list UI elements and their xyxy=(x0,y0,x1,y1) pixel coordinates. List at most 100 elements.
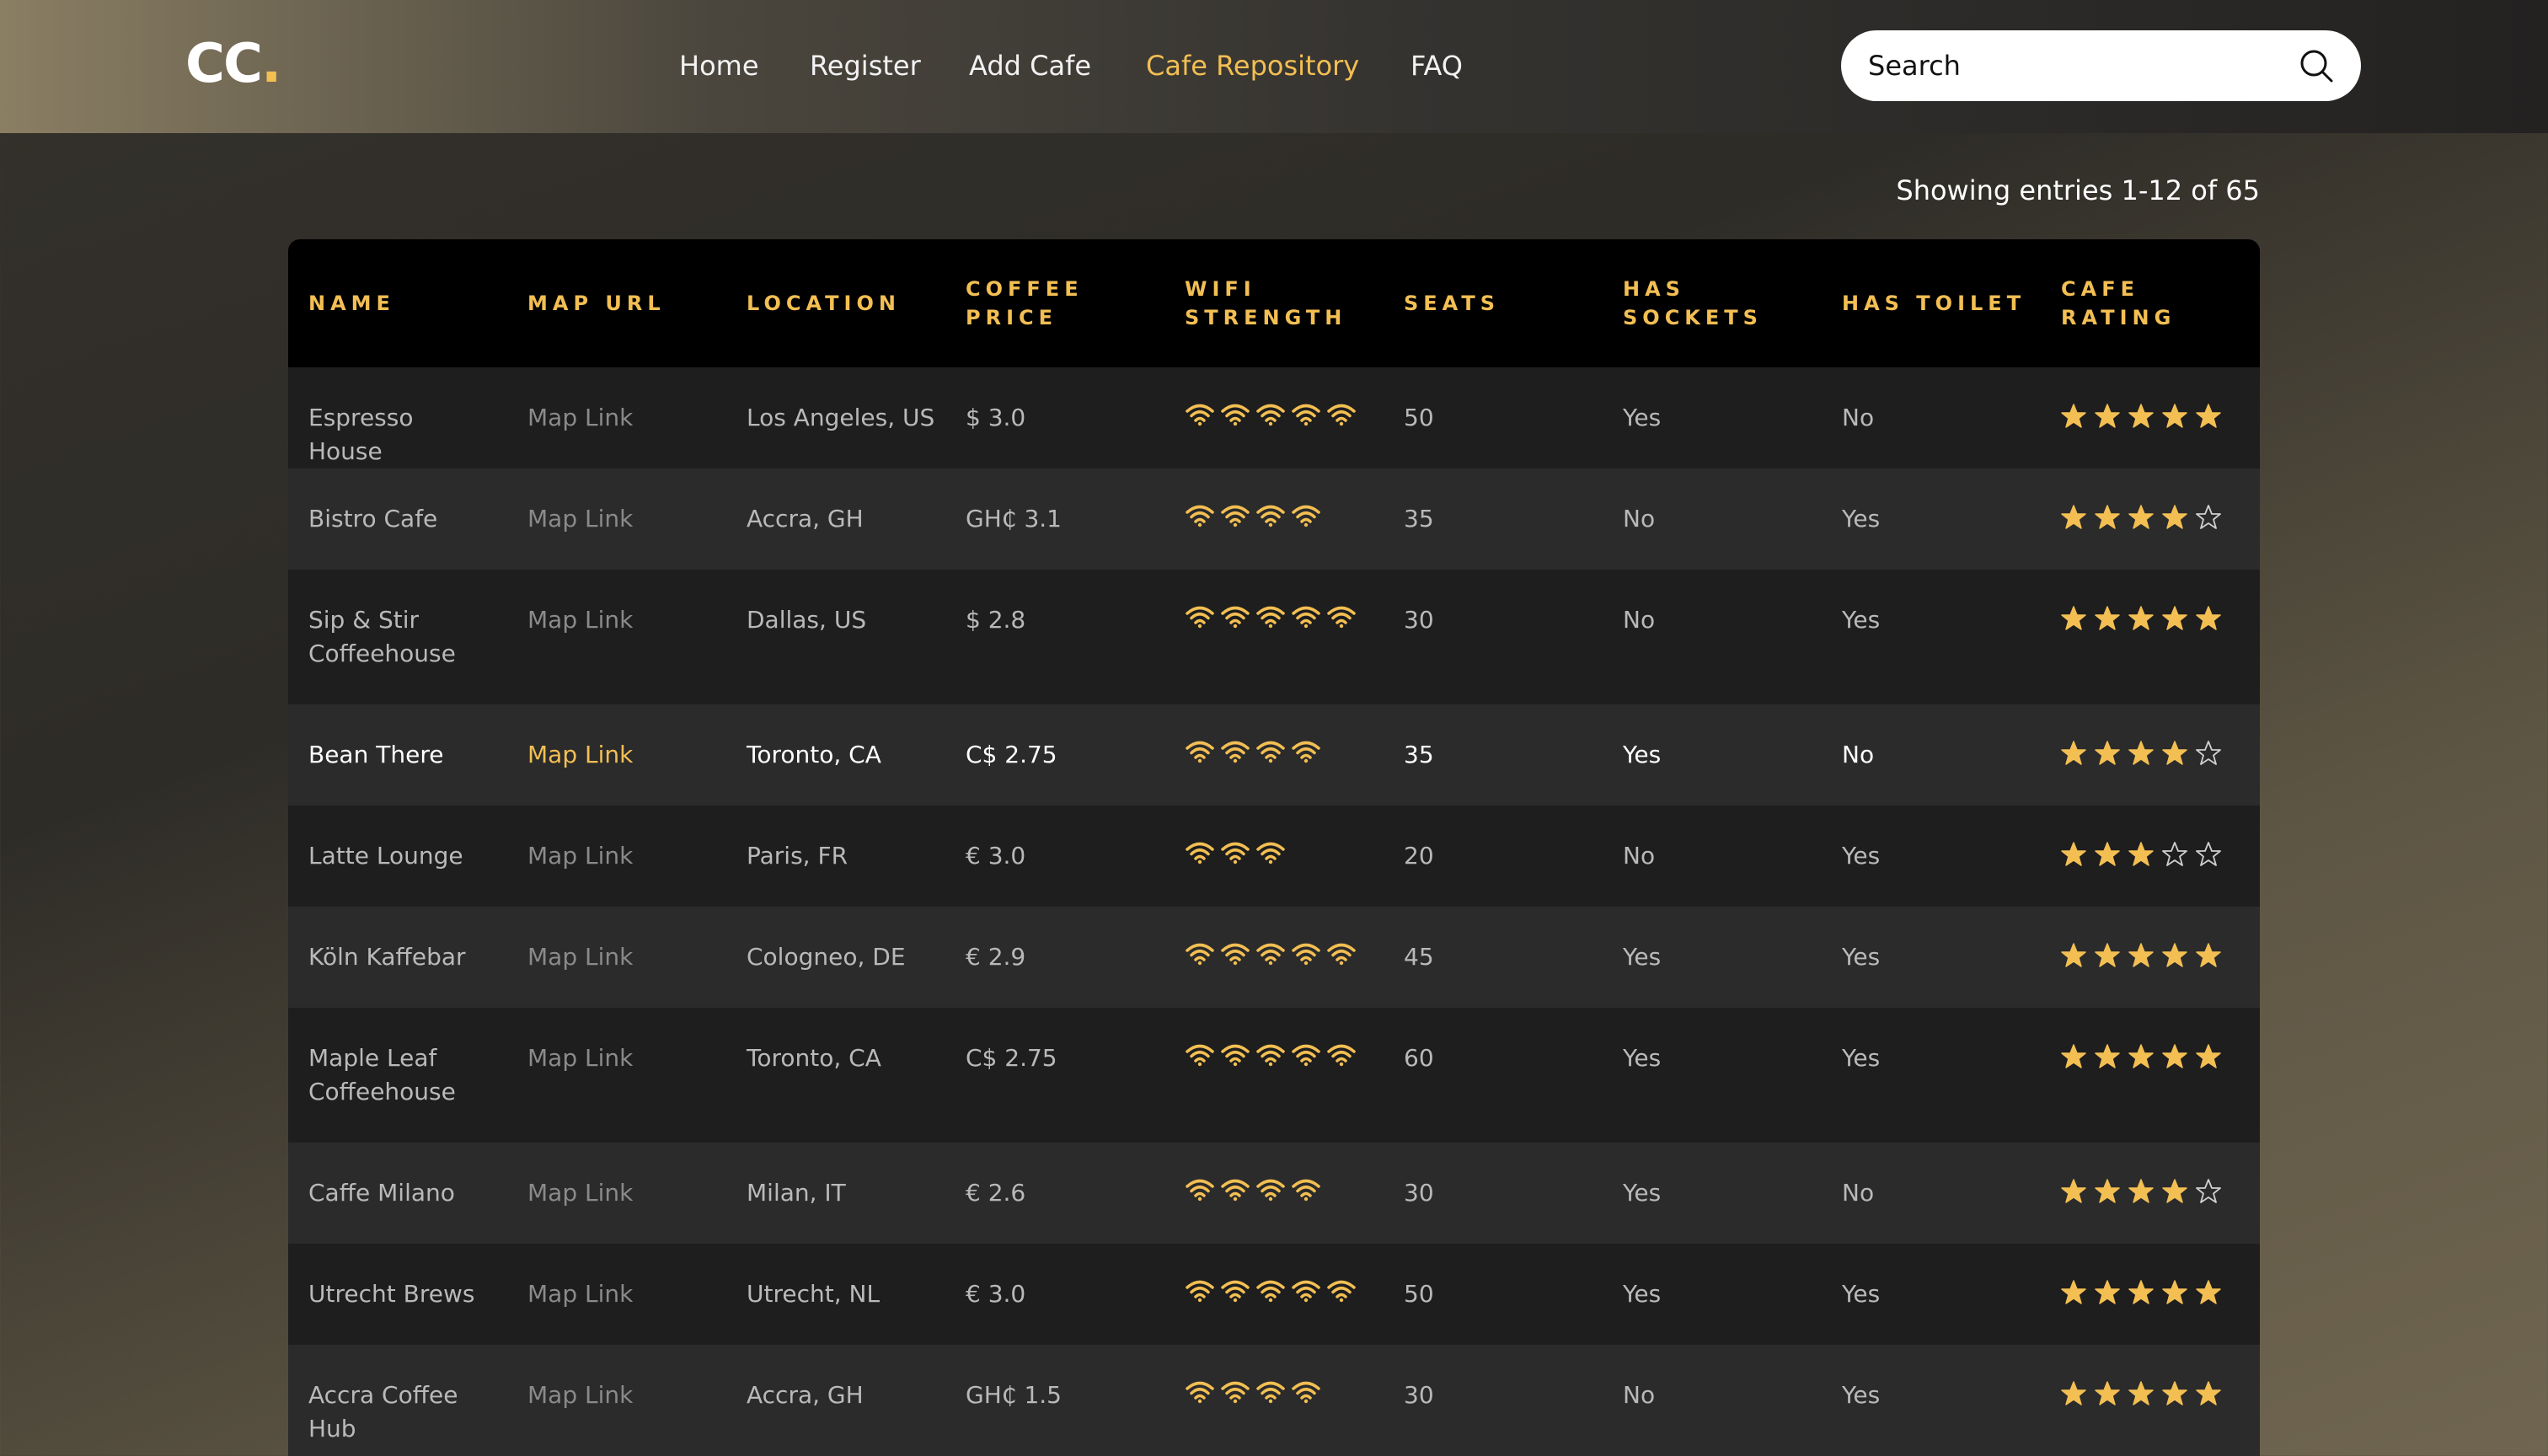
star-filled-icon xyxy=(2194,403,2223,430)
has-toilet: Yes xyxy=(1842,505,1881,533)
star-filled-icon xyxy=(2059,605,2088,632)
has-sockets: Yes xyxy=(1623,1044,1662,1072)
star-filled-icon xyxy=(2160,403,2189,430)
coffee-price: € 3.0 xyxy=(966,842,1026,870)
star-filled-icon xyxy=(2127,942,2155,969)
coffee-price: GH₵ 3.1 xyxy=(966,505,1062,533)
cafe-location: Cologneo, DE xyxy=(747,943,906,971)
wifi-icon xyxy=(1255,841,1286,864)
map-link[interactable]: Map Link xyxy=(527,502,730,536)
has-sockets: Yes xyxy=(1623,943,1662,971)
wifi-icon xyxy=(1185,1043,1215,1067)
nav-add-cafe[interactable]: Add Cafe xyxy=(969,42,1091,89)
wifi-strength xyxy=(1185,942,1357,966)
map-link[interactable]: Map Link xyxy=(527,1378,730,1412)
seats-count: 30 xyxy=(1404,606,1434,634)
map-link[interactable]: Map Link xyxy=(527,1041,730,1075)
wifi-icon xyxy=(1255,740,1286,763)
wifi-icon xyxy=(1326,1279,1357,1303)
map-link[interactable]: Map Link xyxy=(527,940,730,974)
coffee-price: $ 2.8 xyxy=(966,606,1026,634)
cafe-name: Latte Lounge xyxy=(308,842,463,870)
wifi-icon xyxy=(1326,942,1357,966)
wifi-icon xyxy=(1255,1178,1286,1202)
star-filled-icon xyxy=(2059,1279,2088,1306)
star-filled-icon xyxy=(2194,942,2223,969)
cafe-rating xyxy=(2059,605,2223,632)
map-link[interactable]: Map Link xyxy=(527,738,730,772)
wifi-strength xyxy=(1185,1279,1357,1303)
wifi-icon xyxy=(1291,605,1321,629)
map-link[interactable]: Map Link xyxy=(527,401,730,435)
star-filled-icon xyxy=(2160,1043,2189,1070)
wifi-icon xyxy=(1185,740,1215,763)
table-row[interactable]: Utrecht Brews Map Link Utrecht, NL € 3.0 50 Y… xyxy=(288,1244,2260,1345)
star-filled-icon xyxy=(2127,1043,2155,1070)
wifi-icon xyxy=(1220,403,1250,426)
star-filled-icon xyxy=(2093,942,2122,969)
wifi-strength xyxy=(1185,1178,1321,1202)
wifi-icon xyxy=(1185,605,1215,629)
wifi-icon xyxy=(1291,1043,1321,1067)
logo[interactable]: CC. xyxy=(185,30,281,98)
cafe-name: Accra Coffee Hub xyxy=(308,1381,458,1443)
cafe-location: Paris, FR xyxy=(747,842,848,870)
star-empty-icon xyxy=(2194,740,2223,767)
star-filled-icon xyxy=(2127,504,2155,531)
star-filled-icon xyxy=(2059,1043,2088,1070)
nav-faq[interactable]: FAQ xyxy=(1410,42,1463,89)
has-toilet: Yes xyxy=(1842,1044,1881,1072)
star-filled-icon xyxy=(2093,740,2122,767)
wifi-icon xyxy=(1291,1380,1321,1404)
cafe-location: Dallas, US xyxy=(747,606,867,634)
table-row[interactable]: Espresso House Map Link Los Angeles, US $ 3… xyxy=(288,367,2260,468)
wifi-icon xyxy=(1185,1380,1215,1404)
nav-register[interactable]: Register xyxy=(810,42,921,89)
table-row[interactable]: Latte Lounge Map Link Paris, FR € 3.0 20 No Ye… xyxy=(288,806,2260,907)
cafe-rating xyxy=(2059,942,2223,969)
table-header: NAME MAP URL LOCATION COFFEE PRICE WIFI … xyxy=(288,239,2260,367)
table-row[interactable]: Maple Leaf Coffeehouse Map Link Toronto, C… xyxy=(288,1008,2260,1143)
has-toilet: No xyxy=(1842,1179,1875,1207)
cafe-name: Utrecht Brews xyxy=(308,1280,475,1308)
cafe-name: Köln Kaffebar xyxy=(308,943,466,971)
star-filled-icon xyxy=(2127,740,2155,767)
search-box xyxy=(1841,30,2361,101)
map-link[interactable]: Map Link xyxy=(527,1277,730,1311)
cafe-name: Bean There xyxy=(308,741,444,768)
coffee-price: $ 3.0 xyxy=(966,404,1026,431)
search-input[interactable] xyxy=(1868,30,2272,101)
cafe-location: Utrecht, NL xyxy=(747,1280,881,1308)
seats-count: 50 xyxy=(1404,1280,1434,1308)
cafe-location: Accra, GH xyxy=(747,505,864,533)
header-wifi-strength: WIFI STRENGTH xyxy=(1185,277,1347,329)
map-link[interactable]: Map Link xyxy=(527,839,730,873)
star-filled-icon xyxy=(2160,942,2189,969)
cafe-location: Los Angeles, US xyxy=(747,404,935,431)
cafe-location: Accra, GH xyxy=(747,1381,864,1409)
map-link[interactable]: Map Link xyxy=(527,603,730,637)
header-cafe-rating: CAFE RATING xyxy=(2061,277,2176,329)
star-filled-icon xyxy=(2160,1178,2189,1205)
header-name: NAME xyxy=(308,292,395,315)
star-empty-icon xyxy=(2160,841,2189,868)
wifi-icon xyxy=(1255,605,1286,629)
table-row[interactable]: Köln Kaffebar Map Link Cologneo, DE € 2.9 45… xyxy=(288,907,2260,1008)
table-row[interactable]: Caffe Milano Map Link Milan, IT € 2.6 30 Yes N… xyxy=(288,1143,2260,1244)
star-filled-icon xyxy=(2093,504,2122,531)
cafe-name: Maple Leaf Coffeehouse xyxy=(308,1044,456,1105)
wifi-icon xyxy=(1220,942,1250,966)
map-link[interactable]: Map Link xyxy=(527,1176,730,1210)
search-icon[interactable] xyxy=(2299,48,2334,83)
table-row[interactable]: Bean There Map Link Toronto, CA C$ 2.75 35 Ye… xyxy=(288,704,2260,806)
nav-home[interactable]: Home xyxy=(679,42,759,89)
star-empty-icon xyxy=(2194,841,2223,868)
table-row[interactable]: Bistro Cafe Map Link Accra, GH GH₵ 3.1 35 No Y… xyxy=(288,468,2260,570)
has-toilet: No xyxy=(1842,404,1875,431)
wifi-strength xyxy=(1185,605,1357,629)
table-row[interactable]: Accra Coffee Hub Map Link Accra, GH GH₵ 1.5… xyxy=(288,1345,2260,1456)
nav-cafe-repository[interactable]: Cafe Repository xyxy=(1146,42,1359,89)
table-row[interactable]: Sip & Stir Coffeehouse Map Link Dallas, US… xyxy=(288,570,2260,704)
wifi-icon xyxy=(1220,740,1250,763)
star-filled-icon xyxy=(2093,1279,2122,1306)
